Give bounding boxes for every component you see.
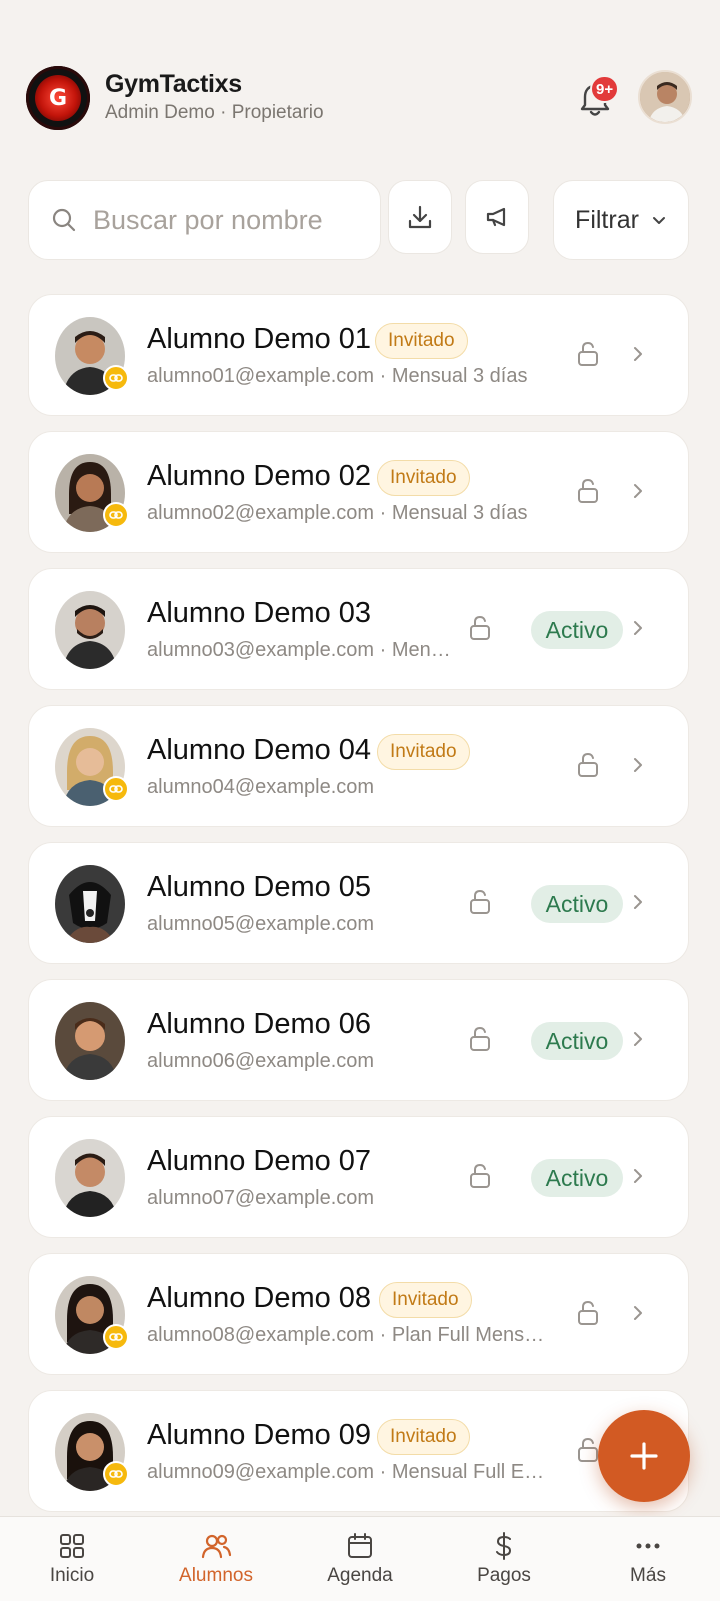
nav-label: Más — [630, 1565, 666, 1586]
student-subtitle: alumno06@example.com — [147, 1050, 375, 1072]
student-subtitle: alumno02@example.com · Mensual 3 días — [147, 502, 528, 524]
student-subtitle: alumno07@example.com — [147, 1187, 375, 1209]
status-badge: Activo — [531, 1159, 623, 1197]
chevron-down-icon — [652, 217, 665, 224]
status-badge: Invitado — [377, 734, 470, 770]
status-badge: Invitado — [379, 1282, 472, 1318]
nav-label: Pagos — [477, 1565, 531, 1586]
status-badge: Activo — [531, 611, 623, 649]
gym-logo: G — [26, 66, 90, 130]
unlock-icon[interactable] — [469, 615, 491, 641]
add-student-button[interactable] — [598, 1410, 690, 1502]
chevron-right-icon[interactable] — [629, 341, 647, 367]
filter-button[interactable]: Filtrar — [553, 180, 689, 260]
chevron-right-icon[interactable] — [629, 1163, 647, 1189]
student-card[interactable]: Alumno Demo 02 Invitado alumno02@example… — [28, 431, 689, 553]
link-icon — [103, 502, 129, 528]
dollar-icon — [496, 1532, 512, 1560]
student-subtitle: alumno01@example.com · Mensual 3 días — [147, 365, 528, 387]
student-name: Alumno Demo 07 — [147, 1145, 372, 1177]
student-name: Alumno Demo 09 — [147, 1419, 372, 1451]
announce-button[interactable] — [465, 180, 529, 254]
student-name: Alumno Demo 08 — [147, 1282, 372, 1314]
chevron-right-icon[interactable] — [629, 1026, 647, 1052]
student-subtitle: alumno09@example.com · Mensual Full Emp.… — [147, 1461, 547, 1483]
search-icon — [52, 208, 76, 232]
unlock-icon[interactable] — [469, 1026, 491, 1052]
student-avatar — [55, 591, 125, 669]
search-box[interactable] — [28, 180, 381, 260]
link-icon — [103, 365, 129, 391]
status-badge: Activo — [531, 1022, 623, 1060]
nav-label: Alumnos — [179, 1565, 253, 1586]
download-icon — [408, 205, 432, 229]
chevron-right-icon[interactable] — [629, 889, 647, 915]
chevron-right-icon[interactable] — [629, 1300, 647, 1326]
chevron-right-icon[interactable] — [629, 615, 647, 641]
student-card[interactable]: Alumno Demo 08 Invitado alumno08@example… — [28, 1253, 689, 1375]
account-subtitle: Admin Demo · Propietario — [105, 102, 324, 123]
student-name: Alumno Demo 05 — [147, 871, 372, 903]
student-subtitle: alumno03@example.com · Mensual... — [147, 639, 457, 661]
calendar-icon — [348, 1533, 372, 1558]
student-name: Alumno Demo 02 — [147, 460, 372, 492]
student-subtitle: alumno08@example.com · Plan Full Mensual — [147, 1324, 547, 1346]
notification-badge: 9+ — [590, 75, 620, 103]
student-subtitle: alumno04@example.com — [147, 776, 375, 798]
filter-label: Filtrar — [575, 205, 639, 234]
unlock-icon[interactable] — [577, 1437, 599, 1463]
app-header: G GymTactixs Admin Demo · Propietario 9+ — [0, 0, 720, 170]
bottom-nav: Inicio Alumnos Agenda Pagos Más — [0, 1516, 720, 1601]
nav-label: Inicio — [49, 1565, 95, 1586]
student-avatar — [55, 865, 125, 943]
nav-pagos[interactable]: Pagos — [432, 1517, 576, 1601]
link-icon — [103, 776, 129, 802]
nav-label: Agenda — [327, 1565, 393, 1586]
student-card[interactable]: Alumno Demo 04 Invitado alumno04@example… — [28, 705, 689, 827]
app-title: GymTactixs — [105, 70, 242, 98]
download-button[interactable] — [388, 180, 452, 254]
link-icon — [103, 1461, 129, 1487]
plus-icon — [630, 1442, 658, 1470]
unlock-icon[interactable] — [469, 1163, 491, 1189]
chevron-right-icon[interactable] — [629, 752, 647, 778]
megaphone-icon — [486, 207, 506, 227]
unlock-icon[interactable] — [469, 889, 491, 915]
more-icon — [636, 1543, 660, 1549]
student-card[interactable]: Alumno Demo 06 alumno06@example.com Acti… — [28, 979, 689, 1101]
search-input[interactable] — [93, 204, 353, 236]
student-avatar — [55, 1139, 125, 1217]
logo-mark: G — [35, 75, 81, 121]
status-badge: Invitado — [375, 323, 468, 359]
student-avatar — [55, 1002, 125, 1080]
student-card[interactable]: Alumno Demo 05 alumno05@example.com Acti… — [28, 842, 689, 964]
link-icon — [103, 1324, 129, 1350]
nav-inicio[interactable]: Inicio — [0, 1517, 144, 1601]
student-card[interactable]: Alumno Demo 03 alumno03@example.com · Me… — [28, 568, 689, 690]
nav-mas[interactable]: Más — [576, 1517, 720, 1601]
profile-avatar[interactable] — [638, 70, 692, 124]
unlock-icon[interactable] — [577, 478, 599, 504]
nav-alumnos[interactable]: Alumnos — [144, 1517, 288, 1601]
chevron-right-icon[interactable] — [629, 478, 647, 504]
student-name: Alumno Demo 01 — [147, 323, 372, 355]
student-name: Alumno Demo 04 — [147, 734, 372, 766]
status-badge: Invitado — [377, 460, 470, 496]
unlock-icon[interactable] — [577, 1300, 599, 1326]
student-card[interactable]: Alumno Demo 07 alumno07@example.com Acti… — [28, 1116, 689, 1238]
student-card[interactable]: Alumno Demo 01 Invitado alumno01@example… — [28, 294, 689, 416]
unlock-icon[interactable] — [577, 752, 599, 778]
unlock-icon[interactable] — [577, 341, 599, 367]
student-card[interactable]: Alumno Demo 09 Invitado alumno09@example… — [28, 1390, 689, 1512]
status-badge: Invitado — [377, 1419, 470, 1455]
student-name: Alumno Demo 03 — [147, 597, 372, 629]
nav-agenda[interactable]: Agenda — [288, 1517, 432, 1601]
student-subtitle: alumno05@example.com — [147, 913, 375, 935]
status-badge: Activo — [531, 885, 623, 923]
student-name: Alumno Demo 06 — [147, 1008, 372, 1040]
users-icon — [201, 1534, 232, 1559]
grid-icon — [60, 1534, 84, 1558]
